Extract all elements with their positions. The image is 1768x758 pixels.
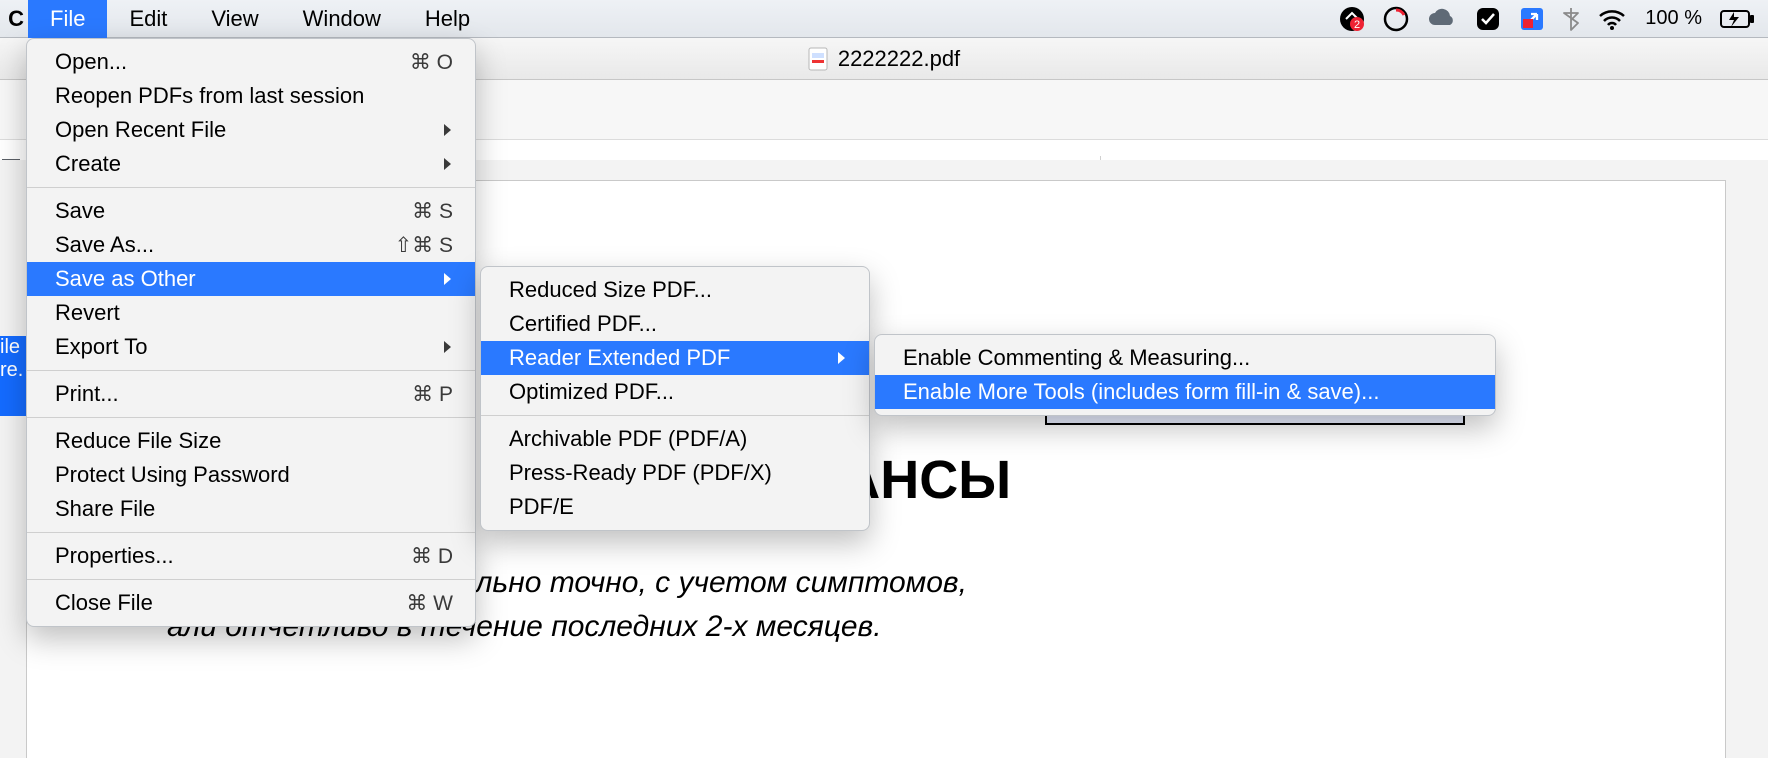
app-indicator: C bbox=[0, 6, 28, 32]
app-badge-icon[interactable]: 2 bbox=[1339, 6, 1365, 32]
chevron-right-icon bbox=[443, 340, 453, 354]
menu-save-as-other[interactable]: Save as Other bbox=[27, 262, 475, 296]
chevron-right-icon bbox=[443, 157, 453, 171]
menu-share-file[interactable]: Share File bbox=[27, 492, 475, 526]
submenu-enable-more-tools[interactable]: Enable More Tools (includes form fill-in… bbox=[875, 375, 1495, 409]
menu-save-as[interactable]: Save As...⇧⌘ S bbox=[27, 228, 475, 262]
save-as-other-submenu: Reduced Size PDF... Certified PDF... Rea… bbox=[480, 266, 870, 531]
menu-separator bbox=[481, 415, 869, 416]
menu-protect-password[interactable]: Protect Using Password bbox=[27, 458, 475, 492]
submenu-certified[interactable]: Certified PDF... bbox=[481, 307, 869, 341]
file-menu: Open...⌘ O Reopen PDFs from last session… bbox=[26, 38, 476, 627]
menu-reduce-size[interactable]: Reduce File Size bbox=[27, 424, 475, 458]
menu-save[interactable]: Save⌘ S bbox=[27, 194, 475, 228]
menubar-help[interactable]: Help bbox=[403, 0, 492, 38]
menubar-file[interactable]: File bbox=[28, 0, 107, 38]
chevron-right-icon bbox=[443, 272, 453, 286]
menu-reopen-session[interactable]: Reopen PDFs from last session bbox=[27, 79, 475, 113]
submenu-enable-commenting[interactable]: Enable Commenting & Measuring... bbox=[875, 341, 1495, 375]
submenu-pdfe[interactable]: PDF/E bbox=[481, 490, 869, 524]
menubar-edit[interactable]: Edit bbox=[107, 0, 189, 38]
reader-extended-submenu: Enable Commenting & Measuring... Enable … bbox=[874, 334, 1496, 416]
submenu-reduced-size[interactable]: Reduced Size PDF... bbox=[481, 273, 869, 307]
menu-print[interactable]: Print...⌘ P bbox=[27, 377, 475, 411]
svg-text:2: 2 bbox=[1354, 19, 1360, 31]
cloud-icon[interactable] bbox=[1427, 8, 1457, 30]
check-shield-icon[interactable] bbox=[1475, 6, 1501, 32]
window-title: 2222222.pdf bbox=[838, 46, 960, 72]
menu-export-to[interactable]: Export To bbox=[27, 330, 475, 364]
menu-separator bbox=[27, 370, 475, 371]
pdf-file-icon bbox=[808, 47, 828, 71]
menubar-view[interactable]: View bbox=[189, 0, 280, 38]
wifi-icon[interactable] bbox=[1597, 8, 1627, 30]
menu-close-file[interactable]: Close File⌘ W bbox=[27, 586, 475, 620]
menu-separator bbox=[27, 417, 475, 418]
menu-separator bbox=[27, 579, 475, 580]
menu-open[interactable]: Open...⌘ O bbox=[27, 45, 475, 79]
submenu-archivable[interactable]: Archivable PDF (PDF/A) bbox=[481, 422, 869, 456]
bluetooth-icon[interactable] bbox=[1563, 6, 1579, 32]
battery-icon[interactable] bbox=[1720, 9, 1756, 29]
submenu-reader-extended[interactable]: Reader Extended PDF bbox=[481, 341, 869, 375]
submenu-press-ready[interactable]: Press-Ready PDF (PDF/X) bbox=[481, 456, 869, 490]
chevron-right-icon bbox=[443, 123, 453, 137]
menu-separator bbox=[27, 187, 475, 188]
submenu-optimized[interactable]: Optimized PDF... bbox=[481, 375, 869, 409]
menu-open-recent[interactable]: Open Recent File bbox=[27, 113, 475, 147]
menu-separator bbox=[27, 532, 475, 533]
battery-percent: 100 % bbox=[1645, 7, 1702, 30]
menubar-window[interactable]: Window bbox=[281, 0, 403, 38]
menu-properties[interactable]: Properties...⌘ D bbox=[27, 539, 475, 573]
sync-icon[interactable] bbox=[1383, 6, 1409, 32]
menu-create[interactable]: Create bbox=[27, 147, 475, 181]
chevron-right-icon bbox=[837, 351, 847, 365]
screen-share-icon[interactable] bbox=[1519, 6, 1545, 32]
sidebar-peek: ile re. bbox=[0, 336, 28, 416]
menu-revert[interactable]: Revert bbox=[27, 296, 475, 330]
macos-menubar: C File Edit View Window Help 2 100 % bbox=[0, 0, 1768, 38]
